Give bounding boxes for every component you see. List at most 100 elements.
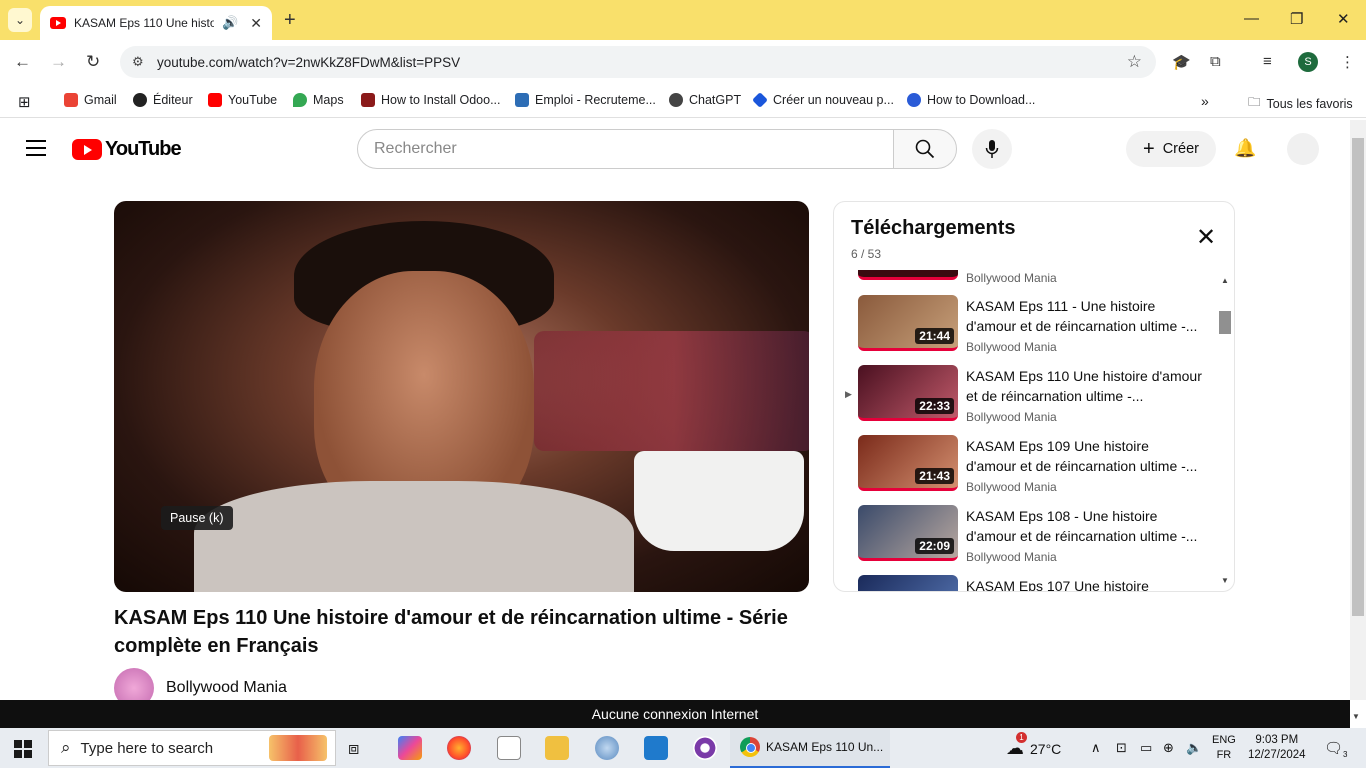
video-thumbnail [858,575,958,591]
bookmark-youtube[interactable]: YouTube [208,93,277,107]
playlist-item-current[interactable]: ▶ 22:33 KASAM Eps 110 Une histoire d'amo… [845,365,1228,431]
chatgpt-icon [669,93,683,107]
volume-icon[interactable]: 🔈 [1186,740,1202,756]
language-indicator[interactable]: ENG FR [1212,733,1236,763]
all-bookmarks[interactable]: 🗀 Tous les favoris [1248,93,1353,114]
incognito-icon[interactable]: 🎓 [1172,53,1191,71]
network-globe-icon[interactable]: ⊕ [1163,740,1174,756]
browser-toolbar: ← → ↻ ⚙ youtube.com/watch?v=2nwKkZ8FDwM&… [0,40,1366,84]
bookmark-editeur[interactable]: Éditeur [133,93,193,107]
playlist-item[interactable]: 22:09 KASAM Eps 108 - Une histoire d'amo… [858,505,1228,571]
vscode-icon[interactable] [644,736,668,760]
bookmark-emploi[interactable]: Emploi - Recruteme... [515,93,656,107]
windows-start-icon[interactable] [14,740,32,758]
task-view-icon[interactable]: ⧈ [348,738,372,762]
playlist-item-channel: Bollywood Mania [966,340,1057,354]
calendar-icon[interactable] [497,736,521,760]
hamburger-menu-icon[interactable] [26,140,46,161]
battery-icon[interactable]: ▭ [1140,740,1152,756]
speaker-icon[interactable]: 🔊 [222,15,238,31]
video-thumbnail: 21:44 [858,295,958,351]
address-bar[interactable]: ⚙ youtube.com/watch?v=2nwKkZ8FDwM&list=P… [120,46,1156,78]
search-highlight-icon [269,735,327,761]
page-scrollbar-thumb[interactable] [1352,138,1364,616]
playlist-scrollbar-thumb[interactable] [1219,311,1231,334]
bookmarks-bar: ⊞ Gmail Éditeur YouTube Maps How to Inst… [0,84,1366,118]
apps-icon[interactable]: ⊞ [18,93,31,111]
forward-button[interactable]: → [50,52,67,72]
video-player[interactable] [114,201,809,592]
bookmark-creer[interactable]: Créer un nouveau p... [752,92,894,108]
youtube-logo[interactable]: YouTube [72,138,182,161]
extensions-icon[interactable]: ⧉ [1210,53,1221,70]
close-playlist-icon[interactable]: ✕ [1196,226,1216,250]
youtube-header: YouTube Rechercher + Créer 🔔 [0,120,1350,178]
close-tab-icon[interactable]: ✕ [250,15,262,32]
bookmark-gmail[interactable]: Gmail [64,93,117,107]
back-button[interactable]: ← [14,52,31,72]
youtube-logo-icon [72,139,102,160]
microphone-icon [985,140,999,158]
menu-icon[interactable]: ⋮ [1340,53,1355,71]
url-text[interactable]: youtube.com/watch?v=2nwKkZ8FDwM&list=PPS… [157,55,460,70]
account-avatar[interactable] [1287,133,1319,165]
taskbar-search-box[interactable]: ⌕ Type here to search [48,730,336,766]
folder-icon: 🗀 [1248,95,1261,109]
page-scroll-down-icon[interactable]: ▼ [1352,712,1360,721]
playlist-scroll-up-icon[interactable]: ▲ [1221,276,1229,285]
bookmark-chatgpt[interactable]: ChatGPT [669,93,741,107]
video-thumbnail: 21:43 [858,435,958,491]
playlist-panel: Téléchargements 6 / 53 ✕ Bollywood Mania… [833,201,1235,592]
create-button[interactable]: + Créer [1126,131,1216,167]
new-tab-button[interactable]: + [284,9,296,32]
offline-banner: Aucune connexion Internet [0,700,1350,728]
playlist-partial-thumbnail[interactable] [858,270,958,280]
bookmark-download[interactable]: How to Download... [907,93,1035,107]
close-window-icon[interactable]: ✕ [1337,10,1350,28]
bookmark-maps[interactable]: Maps [293,93,344,107]
media-control-icon[interactable]: ≡ [1263,53,1272,70]
notifications-bell-icon[interactable]: 🔔 [1234,138,1256,159]
playlist-item-title: KASAM Eps 111 - Une histoire d'amour et … [966,298,1198,334]
more-bookmarks-icon[interactable]: » [1201,93,1209,109]
playlist-scroll-down-icon[interactable]: ▼ [1221,576,1229,585]
bookmark-odoo[interactable]: How to Install Odoo... [361,93,501,107]
show-hidden-icons[interactable]: ∧ [1091,740,1101,756]
now-playing-icon: ▶ [845,389,852,399]
notification-center-icon[interactable]: 🗨3 [1324,739,1348,759]
snipping-tool-icon[interactable] [595,736,619,760]
playlist-partial-channel: Bollywood Mania [966,271,1057,285]
system-clock[interactable]: 9:03 PM 12/27/2024 [1248,733,1306,763]
playlist-item-channel: Bollywood Mania [966,480,1057,494]
playlist-item[interactable]: 21:44 KASAM Eps 111 - Une histoire d'amo… [858,295,1228,361]
bookmark-star-icon[interactable]: ☆ [1127,52,1142,72]
channel-name[interactable]: Bollywood Mania [166,679,287,697]
active-tab[interactable]: KASAM Eps 110 Une histoire d'amour 🔊 ✕ [40,6,272,40]
playlist-item[interactable]: KASAM Eps 107 Une histoire [858,575,1228,591]
profile-avatar[interactable]: S [1298,52,1318,72]
taskbar-chrome-window[interactable]: KASAM Eps 110 Un... [730,728,890,768]
meet-icon[interactable]: ⊡ [1116,740,1127,756]
playlist-item[interactable]: 21:43 KASAM Eps 109 Une histoire d'amour… [858,435,1228,501]
windows-taskbar: ⌕ Type here to search ⧈ KASAM Eps 110 Un… [0,728,1366,768]
voice-search-button[interactable] [972,129,1012,169]
restore-icon[interactable]: ❐ [1290,10,1303,28]
tab-search-button[interactable]: ⌄ [8,8,32,32]
media-player-icon[interactable] [693,736,717,760]
search-icon: ⌕ [61,738,71,757]
emploi-icon [515,93,529,107]
search-icon [915,139,935,159]
firefox-icon[interactable] [447,736,471,760]
download-site-icon [907,93,921,107]
playlist-item-channel: Bollywood Mania [966,410,1057,424]
search-button[interactable] [893,129,957,169]
copilot-icon[interactable] [398,736,422,760]
tab-title: KASAM Eps 110 Une histoire d'amour [74,16,214,30]
weather-widget[interactable]: ☁ 1 27°C [1006,732,1061,759]
search-input[interactable]: Rechercher [357,129,894,169]
editeur-icon [133,93,147,107]
file-explorer-icon[interactable] [545,736,569,760]
reload-button[interactable]: ↻ [86,52,100,72]
site-info-icon[interactable]: ⚙ [132,54,144,70]
minimize-icon[interactable]: — [1244,10,1259,27]
